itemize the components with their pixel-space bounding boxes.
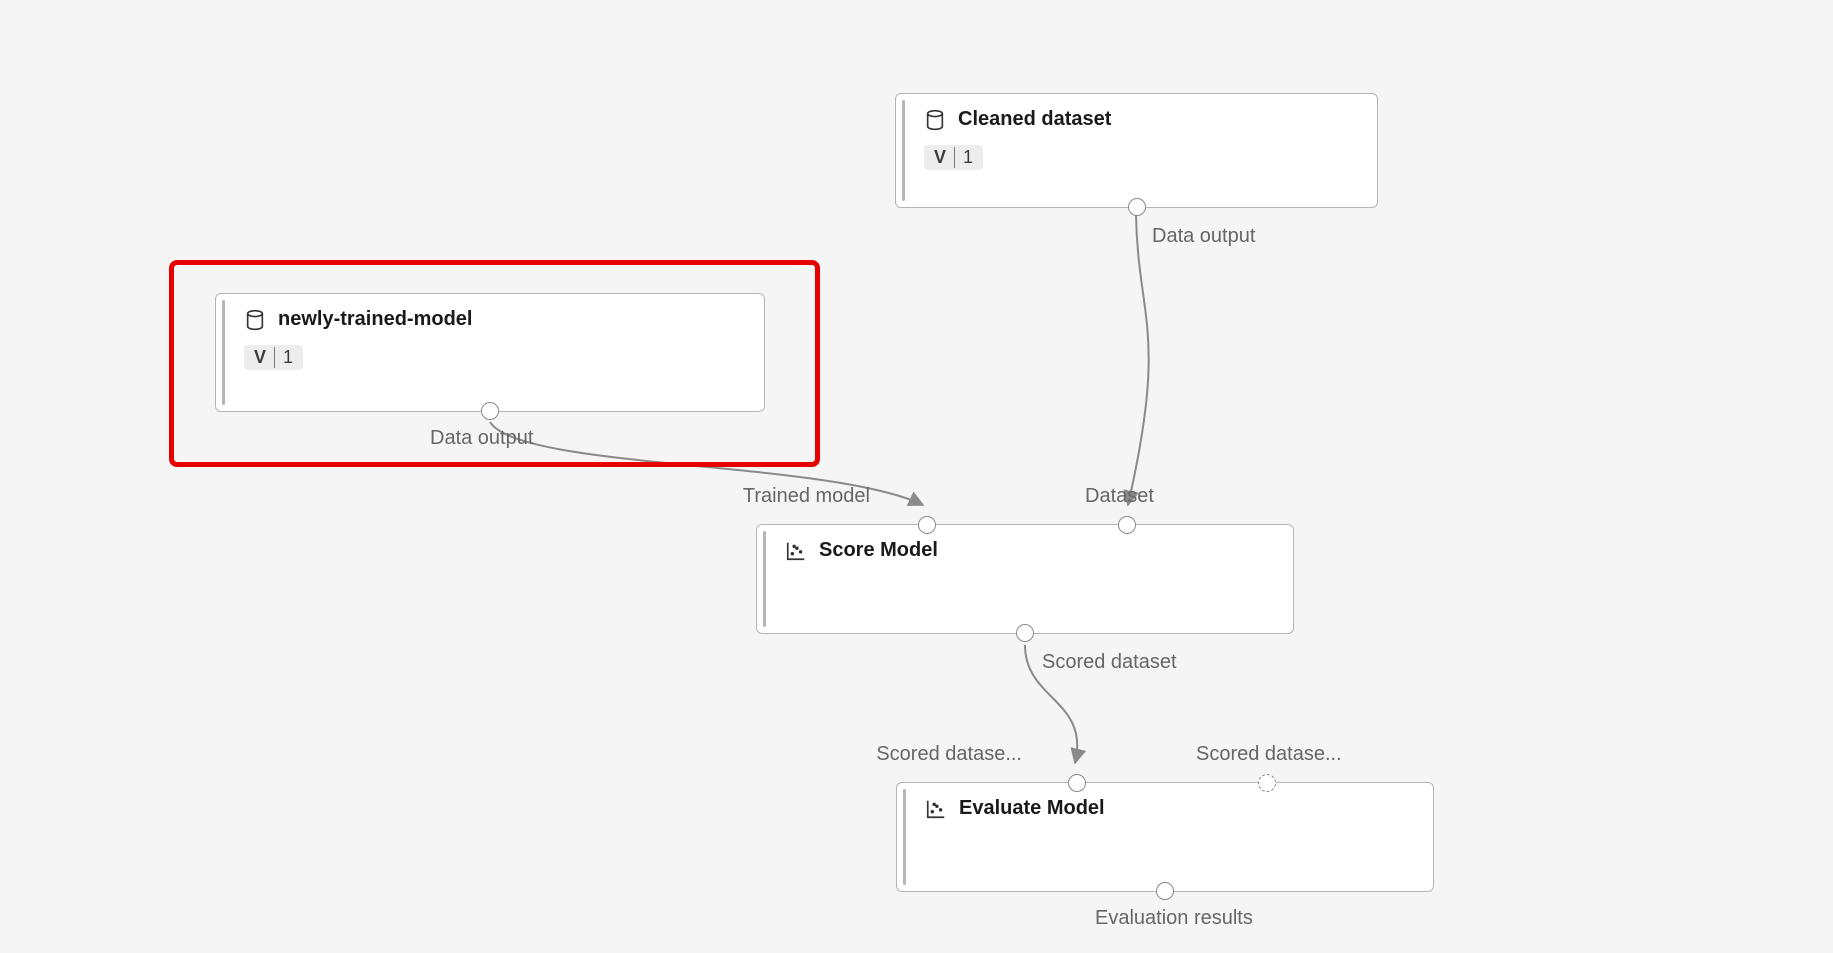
port-label-dataset: Dataset	[1085, 485, 1154, 508]
scatter-icon	[925, 798, 947, 820]
database-icon	[924, 109, 946, 131]
version-badge: V 1	[924, 145, 983, 170]
node-title: Cleaned dataset	[958, 108, 1111, 131]
port-label-data-output: Data output	[1152, 225, 1255, 248]
input-port-trained-model[interactable]	[918, 516, 936, 534]
node-evaluate-model[interactable]: Evaluate Model	[896, 782, 1434, 892]
port-label-scored-left: Scored datase...	[876, 743, 1022, 766]
node-title: Evaluate Model	[959, 797, 1105, 820]
port-label-scored-right: Scored datase...	[1196, 743, 1342, 766]
input-port-scored-left[interactable]	[1068, 774, 1086, 792]
output-port[interactable]	[1156, 882, 1174, 900]
port-label-scored-dataset: Scored dataset	[1042, 651, 1177, 674]
node-cleaned-dataset[interactable]: Cleaned dataset V 1	[895, 93, 1378, 208]
input-port-dataset[interactable]	[1118, 516, 1136, 534]
output-port[interactable]	[1128, 198, 1146, 216]
node-title: Score Model	[819, 539, 938, 562]
output-port[interactable]	[1016, 624, 1034, 642]
port-label-evaluation-results: Evaluation results	[1095, 907, 1253, 930]
pipeline-canvas[interactable]: Cleaned dataset V 1 Data output newly-tr…	[0, 0, 1833, 953]
scatter-icon	[785, 540, 807, 562]
port-label-trained-model: Trained model	[743, 485, 870, 508]
node-score-model[interactable]: Score Model	[756, 524, 1294, 634]
input-port-scored-right[interactable]	[1258, 774, 1276, 792]
highlight-box	[169, 260, 820, 467]
